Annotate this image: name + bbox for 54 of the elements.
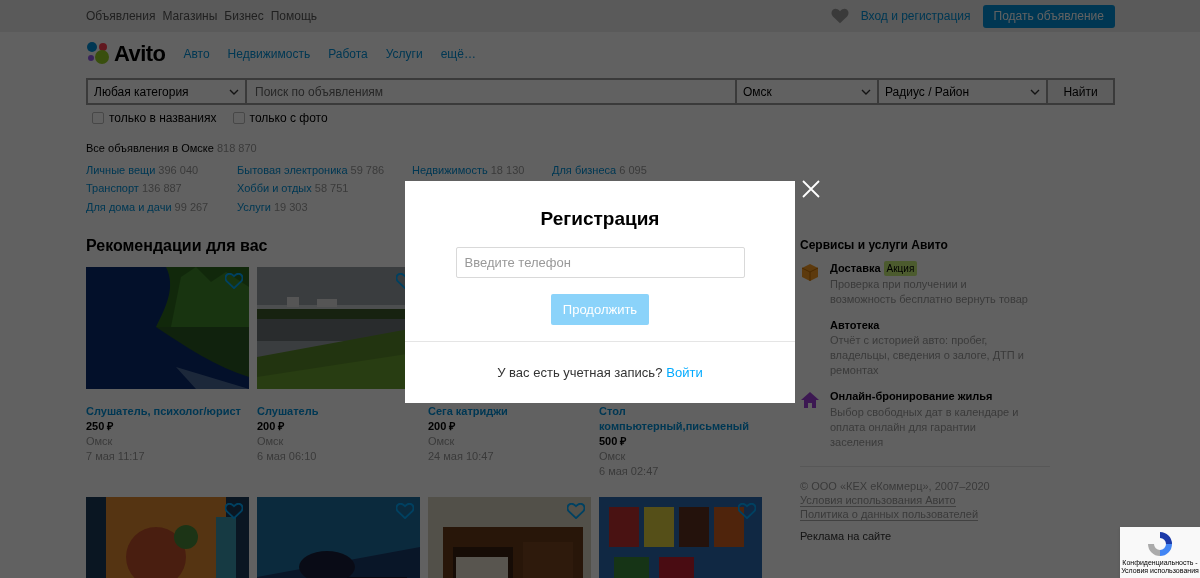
listing-title[interactable]: Слушатель bbox=[257, 404, 420, 419]
account-question: У вас есть учетная запись? bbox=[497, 363, 663, 382]
checkbox-label[interactable]: только с фото bbox=[249, 109, 328, 127]
logo-text[interactable]: Avito bbox=[114, 36, 166, 70]
login-link[interactable]: Вход и регистрация bbox=[860, 7, 971, 25]
heart-icon[interactable] bbox=[396, 503, 414, 519]
service-title[interactable]: Доставка bbox=[830, 260, 881, 277]
heart-icon[interactable] bbox=[225, 503, 243, 519]
listing-price: 500 ₽ bbox=[599, 434, 628, 449]
heart-icon[interactable] bbox=[738, 503, 756, 519]
category-link[interactable]: Для дома и дачи bbox=[86, 200, 172, 213]
category-link[interactable]: Личные вещи bbox=[86, 163, 156, 176]
box-icon bbox=[800, 262, 820, 282]
close-icon[interactable] bbox=[802, 180, 820, 198]
logo-icon bbox=[86, 41, 110, 65]
listing-title[interactable]: Сега катриджи bbox=[428, 404, 591, 419]
checkbox[interactable] bbox=[232, 112, 245, 124]
service-title[interactable]: Автотека bbox=[830, 316, 880, 333]
category-link[interactable]: Бытовая электроника bbox=[237, 163, 348, 176]
nav-link[interactable]: Бизнес bbox=[224, 7, 264, 25]
house-icon bbox=[800, 390, 820, 410]
category-link[interactable]: Недвижимость bbox=[227, 45, 311, 63]
category-link[interactable]: Хобби и отдых bbox=[237, 182, 312, 194]
nav-link[interactable]: Объявления bbox=[86, 7, 156, 25]
category-link[interactable]: Услуги bbox=[385, 45, 423, 63]
section-title: Рекомендации для вас bbox=[86, 236, 269, 254]
promo-badge: Акция bbox=[883, 260, 918, 276]
category-link[interactable]: Недвижимость bbox=[412, 163, 488, 176]
service-title[interactable]: Онлайн-бронирование жилья bbox=[830, 388, 993, 405]
category-link[interactable]: Работа bbox=[328, 45, 368, 63]
category-link[interactable]: Для бизнеса bbox=[552, 163, 617, 176]
category-link[interactable]: Авто bbox=[183, 45, 210, 63]
listing-title[interactable]: Стол компьютерный,письменый bbox=[599, 404, 762, 434]
listing-title[interactable]: Слушатель, психолог/юрист bbox=[86, 404, 249, 419]
phone-field[interactable]: Введите телефон bbox=[455, 247, 745, 278]
checkbox-label[interactable]: только в названиях bbox=[109, 109, 217, 127]
listing-price: 200 ₽ bbox=[257, 419, 286, 434]
listing-price: 200 ₽ bbox=[428, 419, 457, 434]
listing-price: 250 ₽ bbox=[86, 419, 115, 434]
nav-link[interactable]: Магазины bbox=[162, 7, 218, 25]
checkbox[interactable] bbox=[92, 112, 104, 124]
category-link[interactable]: Услуги bbox=[237, 200, 271, 213]
post-ad-button[interactable]: Подать объявление bbox=[982, 4, 1115, 28]
nav-link[interactable]: Помощь bbox=[270, 7, 318, 25]
heart-icon[interactable] bbox=[225, 273, 243, 289]
heart-icon[interactable] bbox=[830, 8, 849, 24]
dialog-title: Регистрация bbox=[540, 207, 660, 227]
login-link[interactable]: Войти bbox=[666, 362, 703, 383]
advertising-link[interactable]: Реклама на сайте bbox=[800, 528, 1050, 543]
recaptcha-icon bbox=[1145, 529, 1175, 559]
heart-icon[interactable] bbox=[567, 503, 585, 519]
category-link[interactable]: ещё… bbox=[440, 45, 476, 63]
category-link[interactable]: Транспорт bbox=[86, 182, 139, 194]
section-title: Сервисы и услуги Авито bbox=[800, 237, 949, 254]
